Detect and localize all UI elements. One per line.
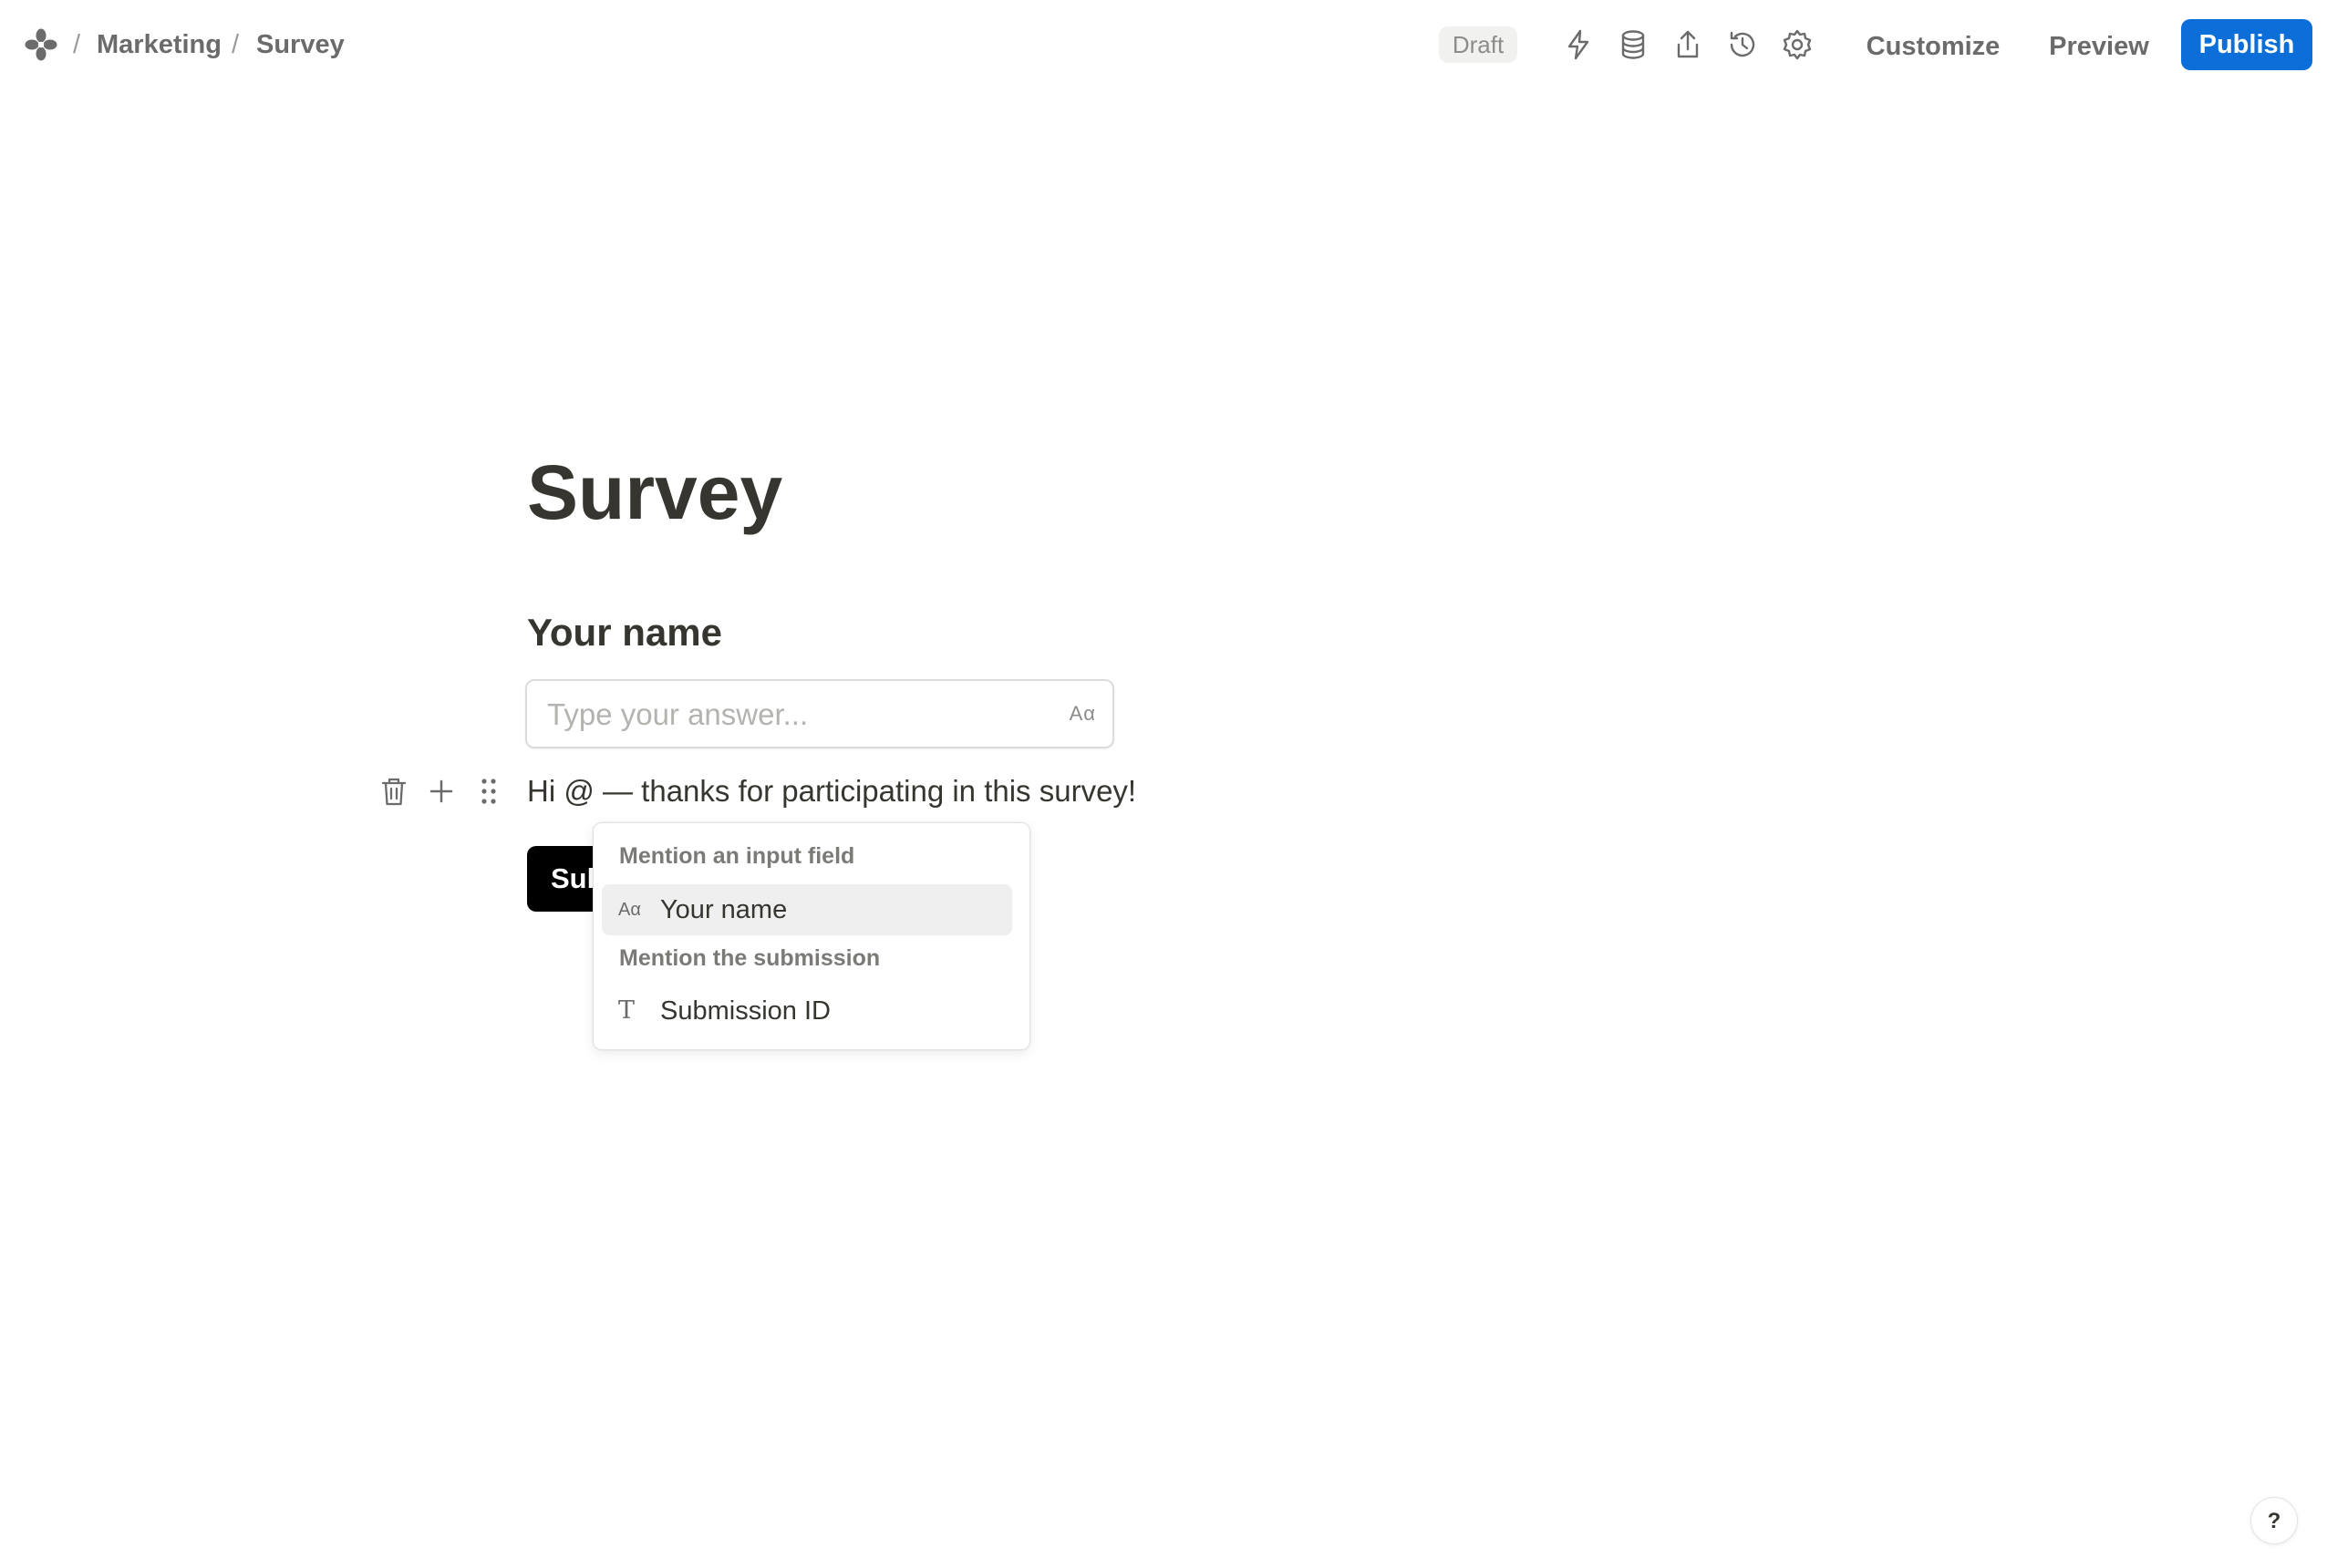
preview-button[interactable]: Preview [2035, 26, 2163, 67]
breadcrumb-separator: / [73, 30, 81, 59]
mention-item-submission-id[interactable]: T Submission ID [602, 985, 1012, 1037]
answer-input[interactable] [545, 681, 1041, 748]
mention-section-submission: Mention the submission [619, 945, 881, 971]
text-block[interactable]: Hi @ — thanks for participating in this … [527, 771, 1136, 811]
mention-item-label: Your name [660, 895, 788, 924]
drag-handle-icon[interactable] [471, 773, 507, 810]
page: / Marketing / Survey Draft Customize Pre… [0, 0, 2327, 1568]
history-icon[interactable] [1725, 27, 1760, 62]
add-block-icon[interactable] [423, 773, 460, 810]
field-label[interactable]: Your name [527, 609, 722, 656]
share-icon[interactable] [1670, 27, 1705, 62]
text-type-icon: Aα [618, 900, 641, 920]
page-title[interactable]: Survey [527, 447, 782, 538]
publish-button[interactable]: Publish [2181, 19, 2312, 70]
text-type-icon: Aα [1069, 702, 1096, 725]
workspace-logo-icon[interactable] [24, 27, 58, 62]
mention-section-input: Mention an input field [619, 843, 855, 869]
top-bar: / Marketing / Survey Draft Customize Pre… [0, 0, 2327, 91]
breadcrumb-item-marketing[interactable]: Marketing [97, 27, 222, 62]
status-badge: Draft [1439, 26, 1517, 63]
gear-icon[interactable] [1780, 27, 1815, 62]
answer-input-container: Aα [525, 679, 1114, 748]
help-button[interactable]: ? [2250, 1497, 2298, 1544]
breadcrumb-separator: / [232, 30, 240, 59]
breadcrumb-item-survey[interactable]: Survey [256, 27, 345, 62]
mention-item-label: Submission ID [660, 996, 831, 1026]
lightning-icon[interactable] [1561, 27, 1596, 62]
text-t-icon: T [618, 996, 636, 1025]
database-icon[interactable] [1616, 27, 1650, 62]
mention-item-your-name[interactable]: Aα Your name [602, 884, 1012, 935]
mention-menu: Mention an input field Aα Your name Ment… [593, 822, 1030, 1050]
trash-icon[interactable] [376, 773, 412, 810]
customize-button[interactable]: Customize [1851, 26, 2015, 67]
